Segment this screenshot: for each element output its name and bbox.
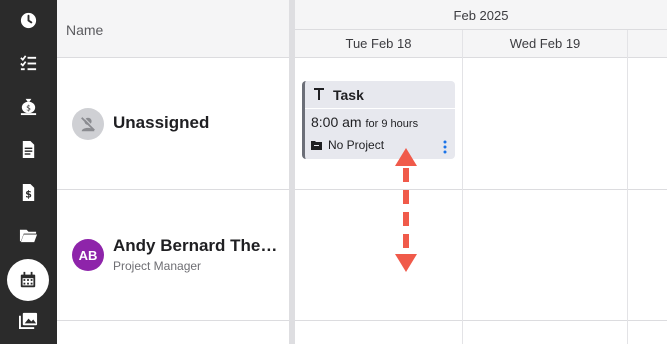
day-header-wed: Wed Feb 19 — [463, 30, 627, 58]
drag-arrow-icon — [395, 148, 417, 272]
document-icon — [22, 140, 35, 158]
day-header-tue: Tue Feb 18 — [295, 30, 462, 58]
name-column-header[interactable]: Name — [57, 0, 289, 58]
nav-documents[interactable] — [0, 131, 57, 167]
folder-icon — [311, 141, 322, 150]
day-column-line — [462, 30, 463, 344]
row-divider — [57, 320, 667, 321]
kebab-menu-icon[interactable] — [443, 140, 447, 154]
unassigned-avatar — [72, 108, 104, 140]
svg-text:$: $ — [26, 103, 31, 112]
person-role: Project Manager — [113, 259, 202, 273]
money-bag-icon: $ — [20, 98, 37, 115]
task-project: No Project — [328, 138, 385, 152]
task-duration: for 9 hours — [365, 118, 419, 130]
unassigned-row-label: Unassigned — [113, 113, 210, 132]
nav-time-tracking[interactable] — [0, 2, 57, 38]
task-title: Task — [333, 87, 364, 103]
name-column: Name — [57, 0, 289, 344]
avatar: AB — [72, 239, 104, 271]
nav-gallery[interactable] — [0, 302, 57, 338]
text-t-icon — [314, 88, 324, 100]
task-time: 8:00 am for 9 hours — [311, 114, 418, 130]
nav-expenses[interactable]: $ — [0, 88, 57, 124]
gallery-icon — [19, 312, 38, 329]
invoice-icon: $ — [22, 183, 35, 201]
day-column-line — [627, 30, 628, 344]
nav-tasks[interactable] — [0, 45, 57, 81]
folder-icon — [19, 229, 38, 242]
nav-schedule[interactable] — [7, 259, 49, 301]
calendar-icon — [20, 271, 36, 288]
month-header: Feb 2025 — [295, 0, 667, 30]
svg-text:$: $ — [25, 189, 32, 200]
nav-invoices[interactable]: $ — [0, 174, 57, 210]
name-header-label: Name — [66, 22, 104, 38]
clock-icon — [20, 12, 37, 28]
person-off-icon — [81, 116, 97, 132]
day-header-next — [628, 30, 667, 58]
row-divider — [57, 189, 667, 190]
person-name[interactable]: Andy Bernard The… — [113, 236, 283, 256]
task-card[interactable]: Task 8:00 am for 9 hours No Project — [302, 81, 455, 159]
month-label: Feb 2025 — [453, 8, 509, 23]
sidebar: $ $ — [0, 0, 57, 344]
nav-projects[interactable] — [0, 217, 57, 253]
task-start-time: 8:00 am — [311, 114, 362, 130]
checklist-icon — [20, 54, 37, 70]
task-card-divider — [305, 108, 455, 109]
